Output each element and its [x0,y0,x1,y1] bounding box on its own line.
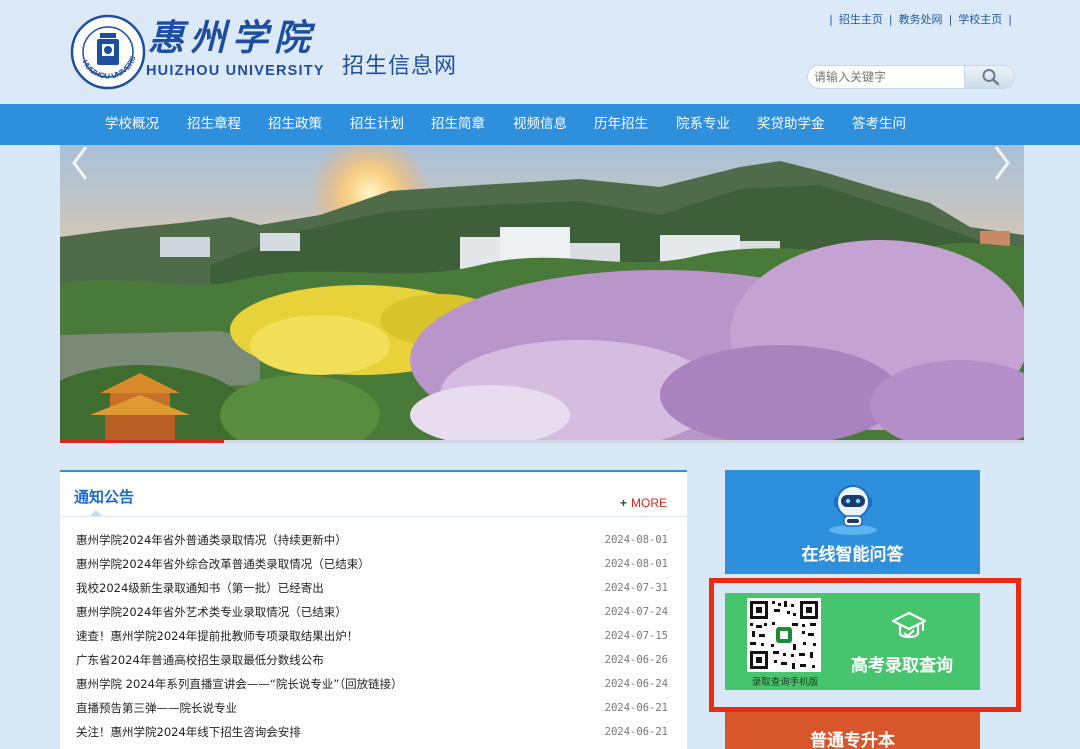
banner-progress-bar [60,440,1024,443]
notice-row-title: 速查！惠州学院2024年提前批教师专项录取结果出炉！ [76,629,359,643]
notice-row-title: 关注！惠州学院2024年线下招生咨询会安排 [76,725,301,739]
online-qa-label: 在线智能问答 [801,545,904,565]
upgrade-degree-button[interactable]: 普通专升本 [725,712,980,749]
notice-row-date: 2024-07-24 [604,606,668,618]
nav-item-departments[interactable]: 院系专业 [676,104,730,145]
notice-row[interactable]: 惠州学院2024年省外综合改革普通类录取情况（已结束） 2024-08-01 [76,552,668,576]
university-seal-logo[interactable]: HUIZHOU UNIVERSITY [70,14,146,90]
notice-row-date: 2024-06-24 [604,678,668,690]
more-link[interactable]: + MORE [620,496,667,510]
top-link-admissions-home[interactable]: 招生主页 [839,13,883,26]
banner-next-arrow-icon[interactable] [992,145,1012,181]
notice-row[interactable]: 广东省2024年普通高校招生录取最低分数线公布 2024-06-26 [76,648,668,672]
notice-row-date: 2024-06-21 [604,726,668,738]
notice-row-title: 惠州学院2024年省外普通类录取情况（持续更新中） [76,533,347,547]
nav-item-school-overview[interactable]: 学校概况 [105,104,159,145]
logo-english-name: HUIZHOU UNIVERSITY [146,63,325,79]
top-link-school-home[interactable]: 学校主页 [958,13,1002,26]
notice-row-title: 我校2024级新生录取通知书（第一批）已经寄出 [76,581,324,595]
nav-item-admission-brochure[interactable]: 招生简章 [431,104,485,145]
notice-row[interactable]: 惠州学院2024年省外艺术类专业录取情况（已结束） 2024-07-24 [76,600,668,624]
top-links: | 招生主页 | 教务处网 | 学校主页 | [829,13,1012,26]
search-input[interactable] [808,66,966,88]
notice-row-date: 2024-06-21 [604,702,668,714]
search-icon [982,69,1000,86]
more-label: MORE [631,496,667,510]
banner-prev-arrow-icon[interactable] [70,145,90,181]
notice-row-title: 直播预告第三弹——院长说专业 [76,701,237,715]
notice-row-title: 惠州学院 2024年系列直播宣讲会——“院长说专业”（回放链接） [76,677,403,691]
notice-row-title: 惠州学院2024年省外艺术类专业录取情况（已结束） [76,605,347,619]
qr-caption: 录取查询手机版 [751,677,819,688]
notice-row-date: 2024-08-01 [604,534,668,546]
top-link-academic-affairs[interactable]: 教务处网 [899,13,943,26]
notice-row-date: 2024-08-01 [604,558,668,570]
banner-progress-fill [60,440,224,443]
notice-row[interactable]: 惠州学院2024年省外普通类录取情况（持续更新中） 2024-08-01 [76,528,668,552]
notice-row-date: 2024-07-15 [604,630,668,642]
nav-item-past-admissions[interactable]: 历年招生 [594,104,648,145]
notice-row[interactable]: 我校2024级新生录取通知书（第一批）已经寄出 2024-07-31 [76,576,668,600]
plus-icon: + [619,496,627,510]
notice-row[interactable]: 速查！惠州学院2024年提前批教师专项录取结果出炉！ 2024-07-15 [76,624,668,648]
nav-item-admission-plan[interactable]: 招生计划 [350,104,404,145]
banner-carousel[interactable] [60,145,1024,443]
logo-chinese-name: 惠州学院 [148,17,317,59]
nav-item-scholarships[interactable]: 奖贷助学金 [757,104,825,145]
notice-row[interactable]: 直播预告第三弹——院长说专业 2024-06-21 [76,696,668,720]
admission-query-button[interactable]: 录取查询手机版 高考录取查询 [725,593,980,690]
nav-item-admission-policy[interactable]: 招生政策 [268,104,322,145]
notice-row-date: 2024-07-31 [604,582,668,594]
notice-panel: 通知公告 + MORE 惠州学院2024年省外普通类录取情况（持续更新中） 2024… [60,470,687,749]
notice-row[interactable]: 关注！惠州学院2024年线下招生咨询会安排 2024-06-21 [76,720,668,744]
search-button[interactable] [964,66,1014,88]
notice-divider [60,516,687,517]
notice-row-title: 广东省2024年普通高校招生录取最低分数线公布 [76,653,324,667]
robot-icon [829,485,877,535]
site-header: HUIZHOU UNIVERSITY 惠州学院 HUIZHOU UNIVERSI… [0,0,1080,104]
notice-row[interactable]: 惠州学院 2024年系列直播宣讲会——“院长说专业”（回放链接） 2024-06-… [76,672,668,696]
main-nav: 学校概况 招生章程 招生政策 招生计划 招生简章 视频信息 历年招生 院系专业 … [0,104,1080,145]
site-name: 招生信息网 [342,54,458,79]
online-qa-button[interactable]: 在线智能问答 [725,470,980,574]
notice-row-title: 惠州学院2024年省外综合改革普通类录取情况（已结束） [76,557,370,571]
campus-landscape-image [60,145,1024,443]
search-box [807,65,1015,89]
notice-title: 通知公告 [74,488,135,506]
nav-item-faq[interactable]: 答考生问 [852,104,906,145]
nav-item-video-info[interactable]: 视频信息 [513,104,567,145]
admission-query-label: 高考录取查询 [851,656,953,676]
upgrade-degree-label: 普通专升本 [810,731,895,749]
graduation-cap-icon [891,611,927,639]
notice-row-date: 2024-06-26 [604,654,668,666]
qr-code-icon[interactable] [747,598,821,672]
nav-item-admission-charter[interactable]: 招生章程 [187,104,241,145]
